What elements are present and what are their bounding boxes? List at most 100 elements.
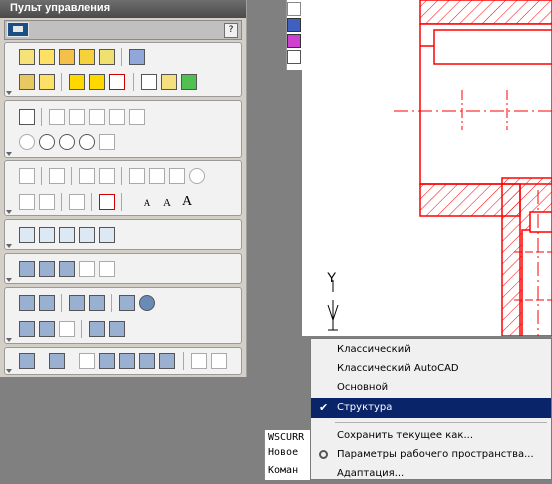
panel-titlebar[interactable]: Пульт управления [0, 0, 246, 18]
wrench-icon[interactable] [139, 353, 155, 369]
command-line: Новое [268, 447, 299, 458]
select-object-icon[interactable] [19, 74, 35, 90]
text-small-button[interactable]: A [139, 195, 155, 211]
toolbar-separator [111, 294, 112, 312]
through-hole-icon[interactable] [99, 261, 115, 277]
section-view-icon[interactable] [69, 194, 85, 210]
screw-connection-icon[interactable] [19, 261, 35, 277]
frame-object-icon[interactable] [109, 74, 125, 90]
zoom-object-icon[interactable] [39, 74, 55, 90]
distance-icon[interactable] [191, 353, 207, 369]
command-window[interactable]: WSCURR Новое Коман [264, 430, 311, 480]
delete-object-icon[interactable] [181, 74, 197, 90]
toolbar-separator [71, 167, 72, 185]
menu-item-workspace-settings[interactable]: Параметры рабочего пространства... [311, 445, 551, 465]
drawing-canvas[interactable]: Y [302, 0, 552, 337]
horizontal-dimension-icon[interactable] [89, 109, 105, 125]
panel-section-dimension [4, 100, 242, 158]
linear-dimension-icon[interactable] [69, 109, 85, 125]
width-icon[interactable] [211, 353, 227, 369]
edit-object-icon[interactable] [39, 49, 55, 65]
hub-bore [521, 229, 552, 337]
beam-icon[interactable] [19, 321, 35, 337]
text-medium-button[interactable]: A [159, 195, 175, 211]
menu-item-classic[interactable]: Классический [311, 340, 551, 360]
pin-icon[interactable] [59, 261, 75, 277]
panel-section-parts [4, 347, 242, 375]
gear-icon[interactable] [119, 295, 135, 311]
blank-object-icon[interactable] [141, 74, 157, 90]
radius-icon[interactable] [39, 134, 55, 150]
cam-icon[interactable] [139, 295, 155, 311]
menu-item-customize[interactable]: Адаптация... [311, 464, 551, 484]
shaft-icon[interactable] [19, 295, 35, 311]
angular-dimension-icon[interactable] [129, 109, 145, 125]
multileader-icon[interactable] [79, 168, 95, 184]
hatched-flange-top [419, 0, 552, 25]
angle-dimension-icon[interactable] [99, 134, 115, 150]
moment-icon[interactable] [109, 321, 125, 337]
bolt-icon[interactable] [39, 261, 55, 277]
diameter-icon[interactable] [79, 134, 95, 150]
toolbar-separator [61, 73, 62, 91]
view-direction-icon[interactable] [99, 194, 115, 210]
ordinate-dimension-icon[interactable] [109, 109, 125, 125]
menu-item-structure[interactable]: ✔ Структура [311, 398, 551, 418]
bom-icon[interactable] [99, 227, 115, 243]
text-large-button[interactable]: A [179, 194, 195, 210]
duplicate-object-icon[interactable] [89, 74, 105, 90]
balloon-icon[interactable] [79, 227, 95, 243]
move-object-icon[interactable] [69, 74, 85, 90]
steel-shape-icon[interactable] [19, 353, 35, 369]
menu-item-basic[interactable]: Основной [311, 378, 551, 398]
weld-symbol-icon[interactable] [19, 194, 35, 210]
menu-item-save-workspace[interactable]: Сохранить текущее как... [311, 426, 551, 446]
insert-object-icon[interactable] [99, 49, 115, 65]
roughness-icon[interactable] [49, 168, 65, 184]
color-icon[interactable] [287, 18, 301, 32]
menu-item-classic-autocad[interactable]: Классический AutoCAD [311, 359, 551, 379]
rename-object-icon[interactable] [161, 74, 177, 90]
key-icon[interactable] [99, 353, 115, 369]
arc-length-icon[interactable] [19, 134, 35, 150]
panel-section-fasteners [4, 253, 242, 284]
table-rows-icon[interactable] [59, 227, 75, 243]
aligned-dimension-icon[interactable] [49, 109, 65, 125]
belt-icon[interactable] [59, 321, 75, 337]
leader-icon[interactable] [19, 168, 35, 184]
datum-icon[interactable] [149, 168, 165, 184]
profile-icon[interactable] [49, 353, 65, 369]
detail-view-icon[interactable] [189, 168, 205, 184]
chain-icon[interactable] [39, 321, 55, 337]
layer-icon[interactable] [287, 2, 301, 16]
arrow-icon[interactable] [39, 194, 55, 210]
lineweight-icon[interactable] [287, 50, 301, 64]
toolbar-separator [133, 73, 134, 91]
copy-object-icon[interactable] [79, 49, 95, 65]
workspace-tab-icon[interactable] [7, 22, 29, 37]
library-icon[interactable] [129, 49, 145, 65]
bearing-icon[interactable] [89, 295, 105, 311]
panel-section-annotation: A A A [4, 160, 242, 216]
ucs-icon: Y [327, 269, 339, 331]
jogged-radius-icon[interactable] [59, 134, 75, 150]
fea-icon[interactable] [89, 321, 105, 337]
tolerance-icon[interactable] [129, 168, 145, 184]
spring-icon[interactable] [69, 295, 85, 311]
linetype-icon[interactable] [287, 34, 301, 48]
shaft-end-icon[interactable] [39, 295, 55, 311]
dimension-icon[interactable] [19, 109, 35, 125]
center-mark-icon[interactable] [169, 168, 185, 184]
table-icon[interactable] [19, 227, 35, 243]
taper-icon[interactable] [99, 168, 115, 184]
new-object-icon[interactable] [19, 49, 35, 65]
help-button[interactable]: ? [224, 23, 238, 38]
table-columns-icon[interactable] [39, 227, 55, 243]
properties-icon[interactable] [59, 49, 75, 65]
wire-icon[interactable] [79, 353, 95, 369]
drawing-svg: Y [327, 0, 552, 337]
hammer-icon[interactable] [119, 353, 135, 369]
hole-icon[interactable] [79, 261, 95, 277]
nut-icon[interactable] [159, 353, 175, 369]
panel-section-components [4, 287, 242, 344]
